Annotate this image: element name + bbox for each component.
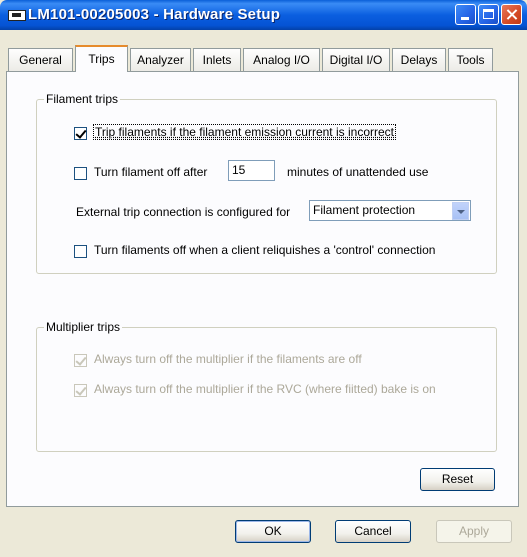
filament-trips-group: Filament trips Trip filaments if the fil… <box>36 92 497 274</box>
external-trip-select[interactable]: Filament protection <box>309 200 471 221</box>
window-title: LM101-00205003 - Hardware Setup <box>28 6 281 23</box>
trip-emission-checkbox[interactable] <box>74 127 87 140</box>
external-trip-selected: Filament protection <box>313 203 416 217</box>
tab-analog-io[interactable]: Analog I/O <box>243 48 320 71</box>
minutes-suffix-label: minutes of unattended use <box>287 165 429 179</box>
minutes-input[interactable]: 15 <box>228 160 275 181</box>
apply-button[interactable]: Apply <box>436 520 512 543</box>
off-if-bake-on-checkbox[interactable] <box>74 384 87 397</box>
ok-button[interactable]: OK <box>235 520 311 543</box>
off-if-filaments-off-checkbox[interactable] <box>74 354 87 367</box>
cancel-button[interactable]: Cancel <box>335 520 411 543</box>
minimize-button[interactable] <box>455 4 476 25</box>
tab-tools[interactable]: Tools <box>448 48 493 71</box>
multiplier-trips-legend: Multiplier trips <box>44 320 123 334</box>
close-button[interactable] <box>501 4 522 25</box>
off-if-bake-on-label[interactable]: Always turn off the multiplier if the RV… <box>94 382 436 396</box>
turn-off-after-label[interactable]: Turn filament off after <box>94 165 207 179</box>
trips-tab-panel: Filament trips Trip filaments if the fil… <box>6 71 519 507</box>
external-trip-label: External trip connection is configured f… <box>76 205 291 219</box>
tab-trips[interactable]: Trips <box>75 45 128 72</box>
tab-analyzer[interactable]: Analyzer <box>130 48 191 71</box>
trip-emission-label[interactable]: Trip filaments if the filament emission … <box>93 124 396 140</box>
chevron-down-icon[interactable] <box>452 202 469 220</box>
turn-off-client-checkbox[interactable] <box>74 245 87 258</box>
turn-off-after-checkbox[interactable] <box>74 167 87 180</box>
tab-general[interactable]: General <box>8 48 73 71</box>
off-if-filaments-off-label[interactable]: Always turn off the multiplier if the fi… <box>94 352 362 366</box>
tab-digital-io[interactable]: Digital I/O <box>322 48 390 71</box>
multiplier-trips-group: Multiplier trips Always turn off the mul… <box>36 320 497 452</box>
title-bar[interactable]: LM101-00205003 - Hardware Setup <box>0 0 527 30</box>
tab-delays[interactable]: Delays <box>392 48 446 71</box>
filament-trips-legend: Filament trips <box>44 92 121 106</box>
turn-off-client-label[interactable]: Turn filaments off when a client reliqui… <box>94 243 435 257</box>
tab-strip: General Trips Analyzer Inlets Analog I/O… <box>0 45 527 72</box>
maximize-button[interactable] <box>478 4 499 25</box>
app-icon <box>8 10 26 21</box>
tab-inlets[interactable]: Inlets <box>193 48 241 71</box>
hardware-setup-window: LM101-00205003 - Hardware Setup General … <box>0 0 527 557</box>
reset-button[interactable]: Reset <box>420 468 495 491</box>
